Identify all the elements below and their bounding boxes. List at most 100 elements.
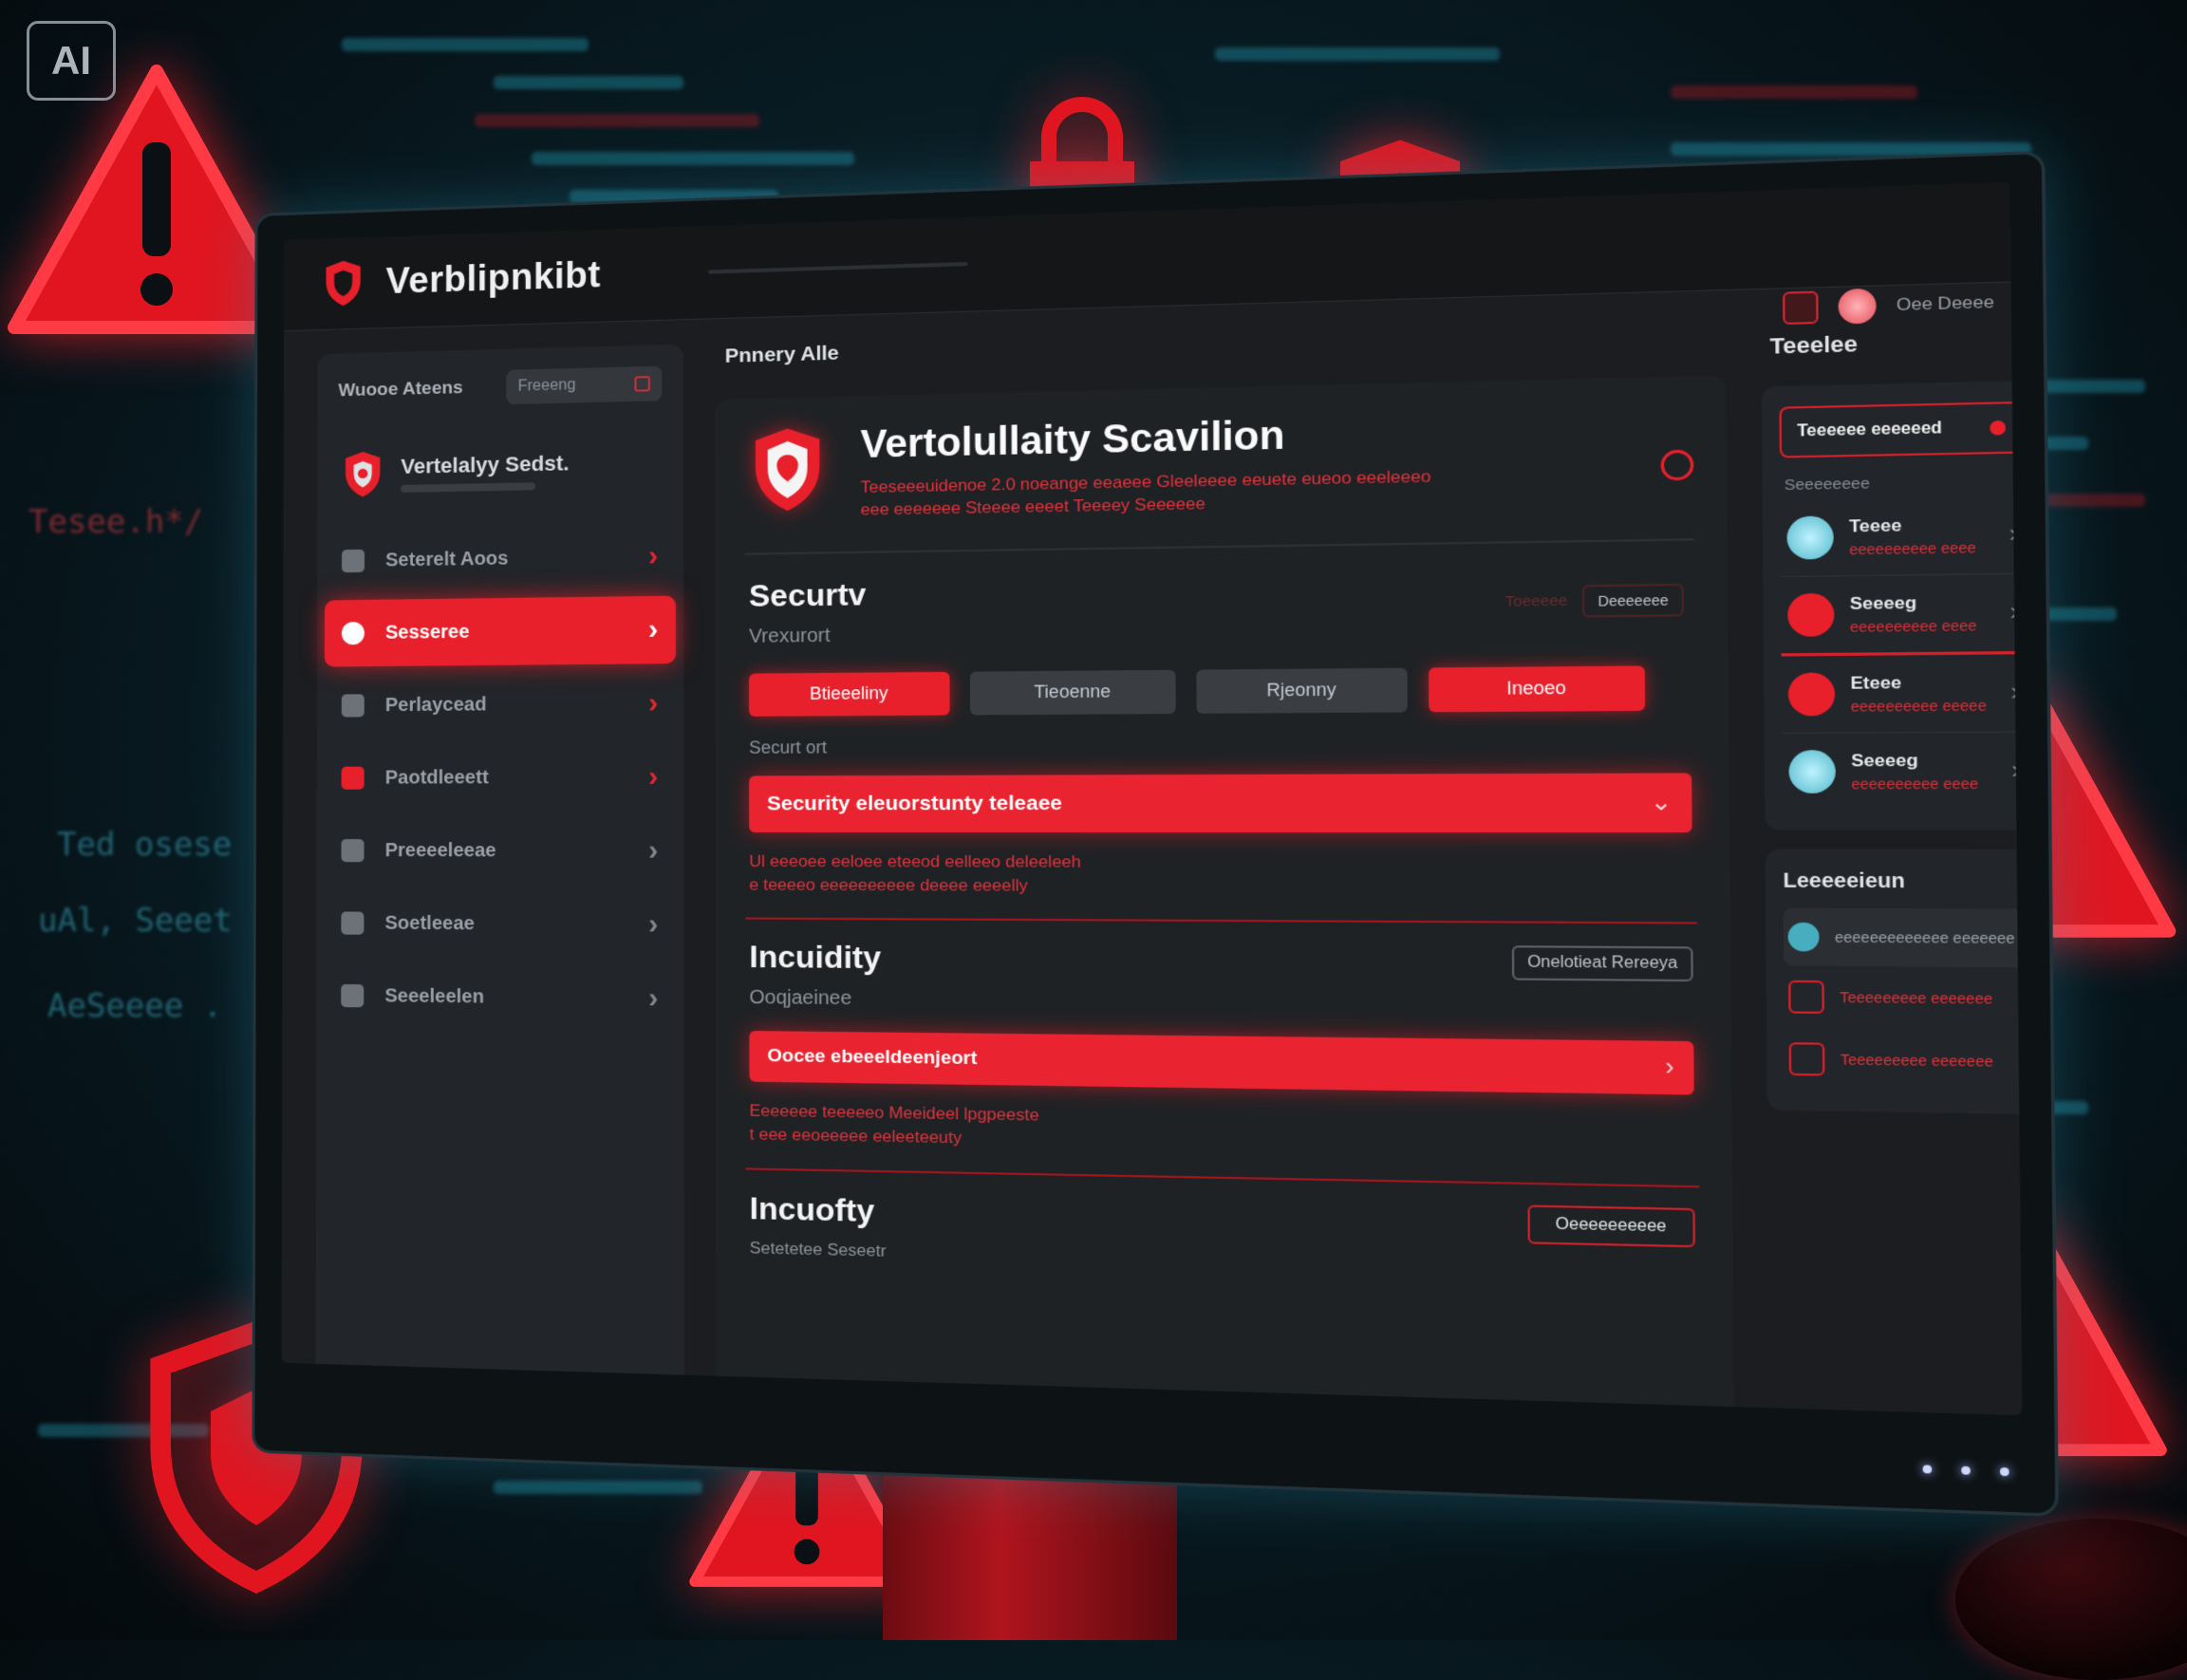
- status-icon: [1788, 750, 1836, 793]
- right-panel: Teeelee Teeeeee eeeeeed Seeeeeeee Teeee …: [1761, 295, 2023, 1114]
- sidebar-item-label: Perlaycead: [385, 694, 487, 717]
- sidebar-nav: Seterelt Aoos › Sesseree › Perlaycead › …: [316, 522, 683, 1033]
- section-subtitle: Setetetee Seseetr: [750, 1239, 1696, 1280]
- code-line: [1215, 47, 1500, 61]
- code-line: [1671, 85, 1917, 99]
- dashboard-icon: [342, 550, 364, 572]
- activity-item[interactable]: eeeeeeeeeeeee eeeeeee: [1784, 908, 2023, 968]
- sidebar-item-label: Seeeleelen: [384, 985, 484, 1008]
- incuofty-action-button[interactable]: Oeeeeeeeeee: [1527, 1205, 1695, 1248]
- security-alert-bar[interactable]: Security eleuorstunty teleaee ⌄: [749, 773, 1692, 832]
- code-snippet: Ted osese: [57, 826, 232, 864]
- security-section: Securtv Toeeeee Deeeeeee Vrexurort Btiee…: [715, 565, 1729, 900]
- page-title: Vertolullaity Scavilion: [860, 410, 1440, 467]
- threat-item[interactable]: Seeeeg eeeeeeeeee eeee ›: [1781, 574, 2023, 657]
- sidebar-item-3[interactable]: Paotdleeett ›: [325, 743, 676, 812]
- sidebar-header: Wuooe Ateens Freeeng: [317, 345, 683, 409]
- users-icon: [341, 839, 364, 862]
- chevron-right-icon: ›: [2011, 756, 2021, 786]
- sidebar-title: Wuooe Ateens: [338, 378, 462, 401]
- sidebar-item-4[interactable]: Preeeeleeae ›: [324, 817, 676, 886]
- code-line: [1671, 142, 2031, 156]
- incuidity-alert-bar[interactable]: Oocee ebeeeldeenjeort ›: [749, 1032, 1693, 1095]
- activity-item[interactable]: Teeeeeeeee eeeeeee: [1785, 1028, 2023, 1093]
- app-name: Verblipnkibt: [386, 254, 601, 302]
- breadcrumb[interactable]: Pnnery Alle: [725, 318, 1726, 368]
- shield-icon: [342, 449, 383, 499]
- tools-label: Toeeeee: [1505, 592, 1568, 610]
- sidebar-filter-label: Freeeng: [518, 377, 576, 396]
- sidebar-item-1[interactable]: Sesseree ›: [325, 596, 676, 667]
- threat-alert-label: Teeeeee eeeeeed: [1797, 420, 1942, 441]
- alert-icon: [342, 767, 364, 790]
- threat-item[interactable]: Eteee eeeeeeeeee eeeee ›: [1782, 654, 2023, 734]
- code-snippet: Tesee.h*/: [28, 503, 203, 541]
- section-title: Incuidity: [749, 940, 881, 977]
- section-title: Incuofty: [750, 1190, 875, 1229]
- shield-icon: [1788, 672, 1836, 716]
- sidebar-item-2[interactable]: Perlaycead ›: [325, 669, 676, 738]
- alert-bar-label: Security eleuorstunty teleaee: [767, 792, 1062, 815]
- chevron-right-icon: ›: [2010, 679, 2020, 708]
- activity-item[interactable]: Teeeeeeeee eeeeeee: [1784, 966, 2022, 1031]
- status-icon: [1788, 923, 1820, 952]
- scan-card: Vertolullaity Scavilion Teeseeeuidenoe 2…: [715, 375, 1734, 1415]
- led-icon: [1923, 1465, 1933, 1473]
- alert-note-line: Ul eeeoee eeloee eteeod eelleeo deleelee…: [749, 849, 1692, 875]
- sidebar-item-label: Soetleeae: [384, 912, 474, 935]
- tools-dropdown[interactable]: Deeeeeee: [1582, 584, 1684, 618]
- code-line: [532, 152, 854, 165]
- threat-item[interactable]: Seeeeg eeeeeeeeee eeee ›: [1782, 733, 2022, 811]
- alert-icon: [1787, 593, 1835, 637]
- threat-meta: eeeeeeeeee eeee: [1850, 617, 1977, 635]
- chevron-right-icon: ›: [648, 687, 658, 720]
- led-icon: [2000, 1467, 2009, 1476]
- threat-list-section: Seeeeeeee: [1785, 472, 2023, 494]
- user-icon: [341, 984, 364, 1007]
- shield-icon: [342, 622, 364, 644]
- led-icon: [1961, 1466, 1971, 1475]
- sidebar-item-6[interactable]: Seeeleelen ›: [324, 962, 676, 1034]
- chevron-right-icon: ›: [648, 908, 658, 942]
- threat-alert[interactable]: Teeeeee eeeeeed: [1779, 401, 2022, 458]
- sidebar-filter[interactable]: Freeeng: [506, 366, 662, 405]
- ai-badge: AI: [27, 21, 116, 101]
- shield-icon: [322, 258, 365, 308]
- chevron-right-icon: ›: [2009, 520, 2018, 550]
- activity-text: eeeeeeeeeeeee eeeeeee: [1835, 929, 2015, 947]
- sidebar-brand-subtitle: [401, 482, 535, 493]
- alert-bar-label: Oocee ebeeeldeenjeort: [767, 1046, 977, 1071]
- sidebar: Wuooe Ateens Freeeng Vertelalyy Sedst. S…: [315, 345, 683, 1395]
- alert-note: Ul eeeoee eeloee eteeod eelleeo deleelee…: [749, 849, 1692, 900]
- tab-2[interactable]: Rjeonny: [1196, 668, 1407, 714]
- tab-0[interactable]: Btieeeliny: [749, 672, 950, 717]
- threat-item[interactable]: Teeee eeeeeeeeee eeee ›: [1780, 495, 2022, 577]
- incuidity-section: Incuidity Onelotieat Rereeya Ooqjaeinee …: [716, 939, 1732, 1163]
- monitor: Verblipnkibt Oee Deeee Wuooe Ateens Free…: [254, 154, 2055, 1513]
- tab-3[interactable]: Ineoeo: [1429, 665, 1645, 712]
- divider: [745, 1167, 1699, 1187]
- activity-card: Leeeeeieun eeeeeeeeeeeee eeeeeee Teeeeee…: [1766, 849, 2023, 1115]
- activity-text: Teeeeeeeee eeeeeee: [1841, 1052, 1993, 1070]
- bezel-indicators: [1923, 1465, 2009, 1476]
- code-snippet: uAl, Seeet: [38, 902, 233, 940]
- threat-name: Teeee: [1849, 514, 1976, 537]
- alert-note: Eeeeeee teeeeeo Meeideel lpgpeeste t eee…: [750, 1100, 1695, 1164]
- sidebar-item-5[interactable]: Soetleeae ›: [324, 889, 676, 959]
- screen: Verblipnkibt Oee Deeee Wuooe Ateens Free…: [282, 182, 2023, 1416]
- security-tools: Toeeeee Deeeeeee: [1505, 584, 1684, 619]
- divider: [745, 538, 1694, 554]
- ring-icon[interactable]: [1661, 450, 1694, 481]
- section-label: Securt ort: [749, 733, 1692, 758]
- chevron-right-icon: ›: [648, 540, 658, 573]
- sidebar-item-0[interactable]: Seterelt Aoos ›: [325, 522, 676, 594]
- chevron-right-icon: ›: [648, 834, 658, 868]
- incuidity-action-button[interactable]: Onelotieat Rereeya: [1512, 945, 1693, 981]
- right-panel-title: Teeelee: [1769, 327, 2022, 361]
- title-search-bar[interactable]: [708, 262, 968, 274]
- incuofty-section: Incuofty Oeeeeeeeeee Setetetee Seseetr: [716, 1189, 1733, 1282]
- filter-icon: [634, 376, 650, 392]
- chevron-right-icon: ›: [648, 613, 658, 646]
- tab-1[interactable]: Tieoenne: [970, 670, 1176, 716]
- status-dot-icon: [1990, 420, 2006, 436]
